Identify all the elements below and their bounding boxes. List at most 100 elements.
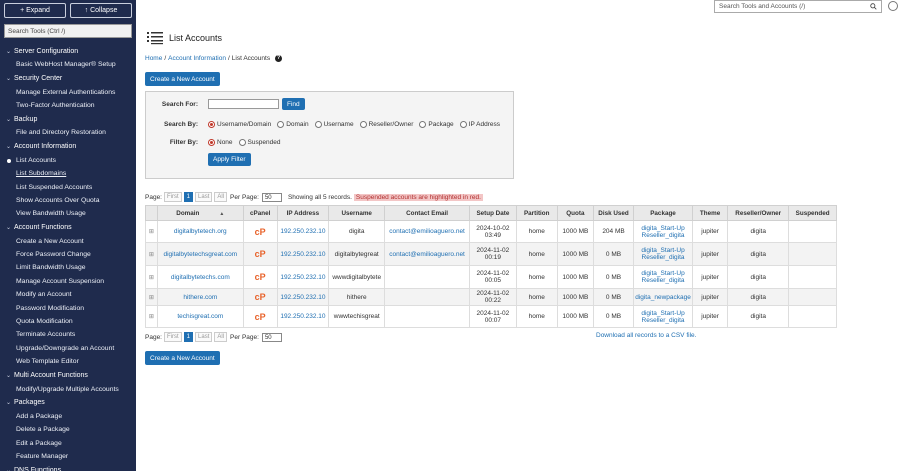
expand-row-icon[interactable]: ⊞ — [149, 275, 154, 281]
ip-cell[interactable]: 192.250.232.10 — [276, 288, 330, 306]
package-cell-text[interactable]: digita_Start-Up Reseller_digita — [641, 270, 684, 284]
sidebar-item[interactable]: List Suspended Accounts — [0, 180, 136, 193]
ip-cell[interactable]: 192.250.232.10 — [276, 242, 330, 266]
column-header[interactable]: Theme — [691, 205, 729, 221]
email-cell[interactable]: contact@emilioaguero.net — [384, 242, 471, 266]
ip-cell[interactable]: 192.250.232.10 — [276, 220, 330, 243]
domain-cell[interactable]: hithere.com — [156, 288, 244, 306]
domain-cell[interactable]: digitalbytetechs.com — [156, 265, 244, 289]
sidebar-item[interactable]: Two-Factor Authentication — [0, 99, 136, 112]
email-cell[interactable] — [384, 265, 471, 289]
search-for-input[interactable] — [208, 99, 279, 109]
per-page-input[interactable]: 50 — [261, 332, 282, 342]
column-header[interactable]: Partition — [515, 205, 558, 221]
column-header[interactable]: Suspended — [788, 205, 837, 221]
current-page-button[interactable]: 1 — [183, 192, 194, 202]
expand-button[interactable]: + Expand — [4, 3, 66, 18]
row-expand-cell[interactable]: ⊞ — [145, 220, 158, 243]
expand-row-icon[interactable]: ⊞ — [149, 252, 154, 258]
sidebar-section[interactable]: ⌄ Account Functions — [0, 221, 136, 235]
domain-cell[interactable]: digitalbytetech.org — [156, 220, 244, 243]
all-pages-button[interactable]: All — [214, 192, 228, 202]
expand-row-icon[interactable]: ⊞ — [149, 295, 154, 301]
column-header[interactable]: Username — [328, 205, 386, 221]
cpanel-cell[interactable]: cP — [242, 288, 278, 306]
cpanel-icon[interactable]: cP — [255, 249, 266, 259]
email-cell[interactable] — [384, 305, 471, 328]
sort-ascending-icon[interactable]: ▲ — [219, 211, 224, 217]
expand-row-icon[interactable]: ⊞ — [149, 229, 154, 235]
package-cell-text[interactable]: digita_Start-Up Reseller_digita — [641, 247, 684, 261]
sidebar-item[interactable]: Show Accounts Over Quota — [0, 194, 136, 207]
column-header[interactable]: IP Address — [276, 205, 330, 221]
radio-option[interactable]: Suspended — [238, 139, 280, 146]
ip-cell-text[interactable]: 192.250.232.10 — [280, 294, 325, 301]
sidebar-section[interactable]: ⌄ Backup — [0, 112, 136, 126]
radio-option[interactable]: None — [208, 139, 233, 146]
first-page-button[interactable]: First — [164, 192, 182, 202]
column-header[interactable]: Contact Email — [384, 205, 471, 221]
radio-option[interactable]: Username/Domain — [208, 121, 271, 128]
sidebar-section[interactable]: ⌄ Account Information — [0, 140, 136, 154]
ip-cell-text[interactable]: 192.250.232.10 — [280, 251, 325, 258]
sidebar-item[interactable]: Password Modification — [0, 301, 136, 314]
domain-cell-text[interactable]: digitalbytetechsgreat.com — [163, 251, 237, 258]
email-cell[interactable] — [384, 288, 471, 306]
sidebar-item[interactable]: Modify an Account — [0, 288, 136, 301]
radio-button[interactable] — [359, 121, 367, 128]
email-cell-text[interactable]: contact@emilioaguero.net — [389, 228, 465, 235]
sidebar-item[interactable]: Modify/Upgrade Multiple Accounts — [0, 382, 136, 395]
last-page-button[interactable]: Last — [195, 332, 213, 342]
radio-option[interactable]: Reseller/Owner — [359, 121, 413, 128]
sidebar-item[interactable]: Add a Package — [0, 410, 136, 423]
download-csv-link[interactable]: Download all records to a CSV file. — [596, 332, 696, 339]
cpanel-cell[interactable]: cP — [242, 265, 278, 289]
domain-cell-text[interactable]: hithere.com — [183, 294, 217, 301]
cpanel-cell[interactable]: cP — [242, 242, 278, 266]
package-cell[interactable]: digita_Start-Up Reseller_digita — [633, 265, 693, 289]
package-cell[interactable]: digita_newpackage — [633, 288, 693, 306]
ip-cell[interactable]: 192.250.232.10 — [276, 265, 330, 289]
domain-cell-text[interactable]: digitalbytetech.org — [174, 228, 227, 235]
row-expand-cell[interactable]: ⊞ — [145, 265, 158, 289]
cpanel-icon[interactable]: cP — [255, 292, 266, 302]
user-icon[interactable] — [888, 1, 898, 11]
cpanel-icon[interactable]: cP — [255, 272, 266, 282]
radio-button[interactable] — [459, 121, 467, 128]
sidebar-item[interactable]: View Bandwidth Usage — [0, 207, 136, 220]
sidebar-item[interactable]: Create a New Account — [0, 235, 136, 248]
cpanel-cell[interactable]: cP — [242, 220, 278, 243]
ip-cell-text[interactable]: 192.250.232.10 — [280, 313, 325, 320]
radio-button[interactable] — [314, 121, 322, 128]
create-account-button-top[interactable]: Create a New Account — [145, 72, 220, 86]
column-header[interactable]: Setup Date — [469, 205, 517, 221]
sidebar-item[interactable]: List Subdomains — [0, 167, 136, 180]
radio-button[interactable] — [208, 121, 215, 128]
package-cell-text[interactable]: digita_Start-Up Reseller_digita — [641, 225, 684, 239]
sidebar-search-input[interactable]: Search Tools (Ctrl /) — [4, 24, 132, 38]
breadcrumb-section-link[interactable]: Account Information — [168, 55, 226, 62]
column-header[interactable]: Domain ▲ — [156, 205, 244, 221]
sidebar-section[interactable]: ⌄ DNS Functions — [0, 463, 136, 471]
sidebar-section[interactable]: ⌄ Security Center — [0, 71, 136, 85]
radio-option[interactable]: Username — [314, 121, 354, 128]
ip-cell-text[interactable]: 192.250.232.10 — [280, 228, 325, 235]
cpanel-icon[interactable]: cP — [255, 312, 266, 322]
domain-cell-text[interactable]: digitalbytetechs.com — [171, 274, 230, 281]
expand-row-icon[interactable]: ⊞ — [149, 314, 154, 320]
column-header[interactable]: Package — [633, 205, 693, 221]
apply-filter-button[interactable]: Apply Filter — [208, 153, 251, 166]
sidebar-item[interactable]: Edit a Package — [0, 437, 136, 450]
cpanel-cell[interactable]: cP — [242, 305, 278, 328]
sidebar-item[interactable]: Limit Bandwidth Usage — [0, 261, 136, 274]
radio-option[interactable]: Domain — [277, 121, 309, 128]
per-page-input[interactable]: 50 — [261, 192, 282, 202]
row-expand-cell[interactable]: ⊞ — [145, 305, 158, 328]
package-cell-text[interactable]: digita_Start-Up Reseller_digita — [641, 310, 684, 324]
sidebar-item[interactable]: Basic WebHost Manager® Setup — [0, 58, 136, 71]
domain-cell-text[interactable]: techisgreat.com — [177, 313, 223, 320]
global-search-input[interactable]: Search Tools and Accounts (/) — [714, 0, 882, 13]
last-page-button[interactable]: Last — [195, 192, 213, 202]
package-cell-text[interactable]: digita_newpackage — [635, 294, 691, 301]
ip-cell[interactable]: 192.250.232.10 — [276, 305, 330, 328]
